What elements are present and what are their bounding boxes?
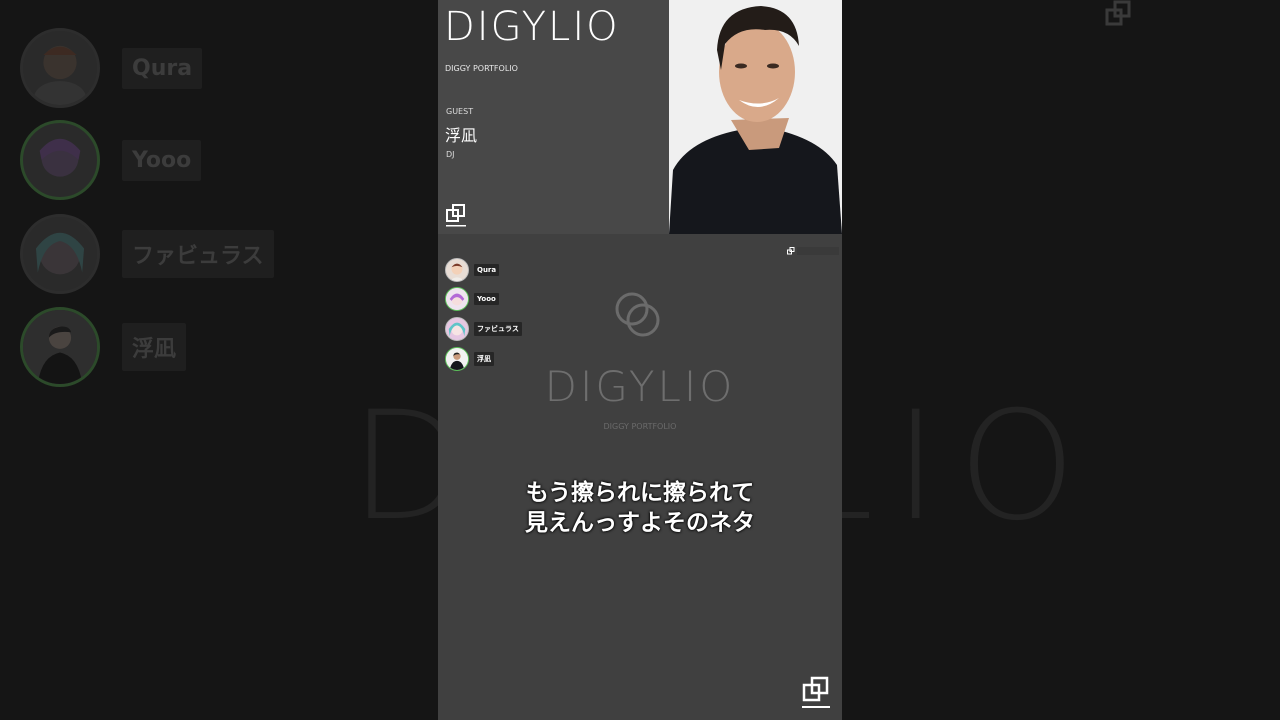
center-brand-subtitle: DIGGY PORTFOLIO bbox=[603, 422, 677, 431]
background-member-label: ファビュラス bbox=[122, 230, 274, 278]
background-avatar bbox=[20, 214, 100, 294]
caption-line: もう擦られに擦られて bbox=[525, 480, 755, 506]
caption: もう擦られに擦られて 見えんっすよそのネタ bbox=[438, 478, 842, 538]
rings-logo-icon bbox=[615, 292, 660, 337]
guest-label: GUEST bbox=[446, 107, 474, 116]
guest-photo bbox=[669, 0, 842, 234]
avatar bbox=[445, 316, 469, 341]
list-item: Yooo bbox=[445, 285, 522, 315]
center-brand-title: DIGYLIO bbox=[544, 362, 736, 411]
background-avatar bbox=[20, 120, 100, 200]
list-item: ファビュラス bbox=[445, 314, 522, 344]
avatar bbox=[445, 287, 469, 312]
background-member-row: ファビュラス bbox=[20, 214, 274, 294]
member-name: Yooo bbox=[474, 293, 499, 306]
guest-info-panel: DIGYLIO DIGGY PORTFOLIO GUEST 浮凪 DJ bbox=[438, 0, 669, 234]
brand-subtitle: DIGGY PORTFOLIO bbox=[445, 64, 518, 73]
member-list: Qura Yooo ファビュラス 浮凪 bbox=[445, 255, 522, 373]
background-member-label: Qura bbox=[122, 47, 203, 89]
label-logo-icon bbox=[446, 204, 466, 227]
guest-name: 浮凪 bbox=[445, 126, 478, 145]
member-name: ファビュラス bbox=[474, 321, 522, 336]
caption-line: 見えんっすよそのネタ bbox=[525, 510, 755, 536]
brand-title: DIGYLIO bbox=[444, 4, 620, 50]
background-avatar bbox=[20, 307, 100, 387]
corner-bar bbox=[797, 247, 839, 255]
video-frame: DIGYLIO DIGGY PORTFOLIO GUEST 浮凪 DJ Qura… bbox=[438, 0, 842, 720]
background-member-row: 浮凪 bbox=[20, 307, 187, 387]
background-member-label: Yooo bbox=[122, 139, 202, 181]
member-name: Qura bbox=[474, 263, 500, 276]
guest-role: DJ bbox=[446, 150, 455, 159]
background-member-label: 浮凪 bbox=[122, 323, 187, 371]
background-avatar bbox=[20, 28, 100, 108]
list-item: Qura bbox=[445, 255, 522, 285]
corner-logo-icon bbox=[787, 247, 795, 255]
avatar bbox=[445, 257, 469, 282]
background-member-row: Yooo bbox=[20, 120, 202, 200]
background-logo-icon bbox=[1105, 0, 1131, 26]
background-member-row: Qura bbox=[20, 28, 203, 108]
footer-logo-icon bbox=[802, 676, 830, 708]
